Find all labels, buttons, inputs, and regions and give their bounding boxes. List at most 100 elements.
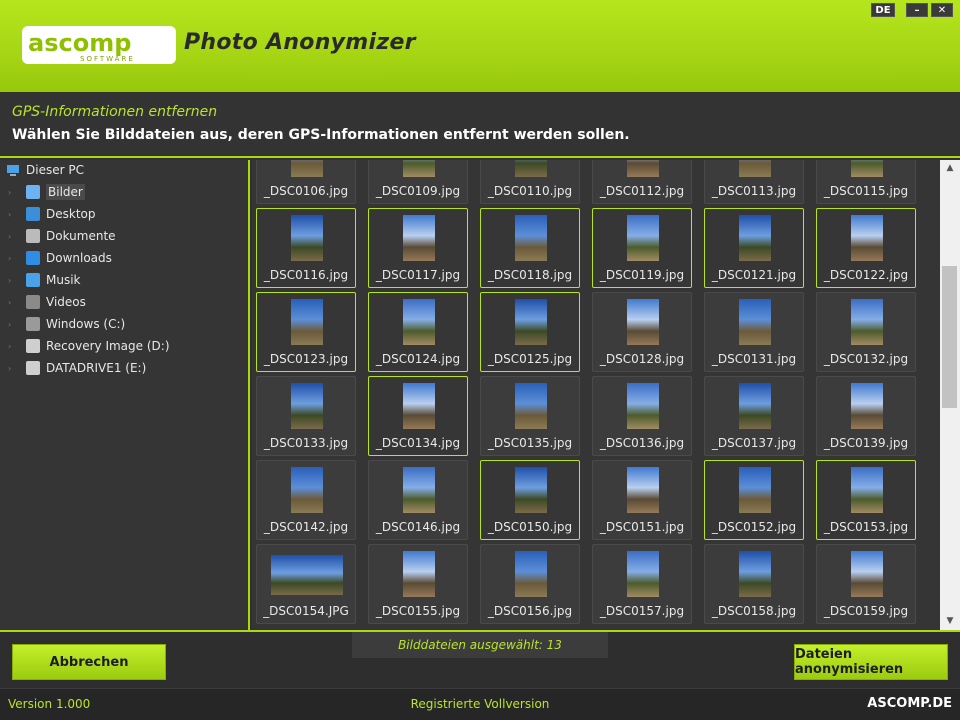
expand-arrow-icon[interactable]: › xyxy=(8,232,18,241)
file-tile[interactable]: _DSC0139.jpg xyxy=(816,376,916,456)
file-tile[interactable]: _DSC0136.jpg xyxy=(592,376,692,456)
file-name: _DSC0151.jpg xyxy=(599,520,685,534)
brand-label[interactable]: ASCOMP.DE xyxy=(867,696,952,711)
tree-item[interactable]: › DATADRIVE1 (E:) xyxy=(8,358,146,378)
tree-item[interactable]: › Windows (C:) xyxy=(8,314,125,334)
file-name: _DSC0106.jpg xyxy=(263,184,349,198)
tree-item[interactable]: › Bilder xyxy=(8,182,85,202)
tree-item[interactable]: › Musik xyxy=(8,270,81,290)
cancel-button[interactable]: Abbrechen xyxy=(12,644,166,680)
file-tile[interactable]: _DSC0115.jpg xyxy=(816,160,916,204)
videos-icon xyxy=(26,295,40,309)
file-name: _DSC0134.jpg xyxy=(375,436,461,450)
tree-item[interactable]: › Recovery Image (D:) xyxy=(8,336,170,356)
expand-arrow-icon[interactable]: › xyxy=(8,364,18,373)
photo-thumbnail xyxy=(851,551,883,597)
file-tile[interactable]: _DSC0128.jpg xyxy=(592,292,692,372)
file-tile[interactable]: _DSC0135.jpg xyxy=(480,376,580,456)
file-tile[interactable]: _DSC0121.jpg xyxy=(704,208,804,288)
close-button[interactable]: ✕ xyxy=(931,3,953,17)
file-tile[interactable]: _DSC0146.jpg xyxy=(368,460,468,540)
file-tile[interactable]: _DSC0106.jpg xyxy=(256,160,356,204)
file-tile[interactable]: _DSC0154.JPG xyxy=(256,544,356,624)
file-name: _DSC0131.jpg xyxy=(711,352,797,366)
file-tile[interactable]: _DSC0134.jpg xyxy=(368,376,468,456)
instruction-heading: GPS-Informationen entfernen xyxy=(12,104,218,120)
photo-thumbnail xyxy=(627,467,659,513)
tree-root[interactable]: Dieser PC xyxy=(6,160,84,180)
photo-thumbnail xyxy=(739,467,771,513)
instruction-panel: GPS-Informationen entfernen Wählen Sie B… xyxy=(0,92,960,158)
file-tile[interactable]: _DSC0152.jpg xyxy=(704,460,804,540)
file-tile[interactable]: _DSC0157.jpg xyxy=(592,544,692,624)
grid-scrollbar[interactable]: ▲ ▼ xyxy=(940,160,960,630)
file-name: _DSC0142.jpg xyxy=(263,520,349,534)
file-tile[interactable]: _DSC0150.jpg xyxy=(480,460,580,540)
app-title: Photo Anonymizer xyxy=(184,30,416,55)
tree-root-label: Dieser PC xyxy=(26,163,84,177)
file-tile[interactable]: _DSC0153.jpg xyxy=(816,460,916,540)
file-tile[interactable]: _DSC0159.jpg xyxy=(816,544,916,624)
photo-thumbnail xyxy=(291,467,323,513)
file-tile[interactable]: _DSC0119.jpg xyxy=(592,208,692,288)
file-tile[interactable]: _DSC0133.jpg xyxy=(256,376,356,456)
scroll-up-button[interactable]: ▲ xyxy=(940,160,960,177)
file-tile[interactable]: _DSC0151.jpg xyxy=(592,460,692,540)
file-tile[interactable]: _DSC0142.jpg xyxy=(256,460,356,540)
file-tile[interactable]: _DSC0112.jpg xyxy=(592,160,692,204)
file-name: _DSC0124.jpg xyxy=(375,352,461,366)
tree-item-label: Bilder xyxy=(46,184,85,200)
file-name: _DSC0136.jpg xyxy=(599,436,685,450)
photo-thumbnail xyxy=(627,383,659,429)
tree-item[interactable]: › Dokumente xyxy=(8,226,116,246)
scroll-down-button[interactable]: ▼ xyxy=(940,613,960,630)
tree-item[interactable]: › Videos xyxy=(8,292,86,312)
file-tile[interactable]: _DSC0132.jpg xyxy=(816,292,916,372)
file-tile[interactable]: _DSC0125.jpg xyxy=(480,292,580,372)
file-tile[interactable]: _DSC0110.jpg xyxy=(480,160,580,204)
file-tile[interactable]: _DSC0113.jpg xyxy=(704,160,804,204)
photo-thumbnail xyxy=(851,383,883,429)
photo-thumbnail xyxy=(627,551,659,597)
minimize-button[interactable]: – xyxy=(906,3,928,17)
file-tile[interactable]: _DSC0122.jpg xyxy=(816,208,916,288)
expand-arrow-icon[interactable]: › xyxy=(8,188,18,197)
file-tile[interactable]: _DSC0124.jpg xyxy=(368,292,468,372)
file-name: _DSC0128.jpg xyxy=(599,352,685,366)
anonymize-files-button[interactable]: Dateien anonymisieren xyxy=(794,644,948,680)
tree-item-label: DATADRIVE1 (E:) xyxy=(46,361,147,375)
file-name: _DSC0112.jpg xyxy=(599,184,685,198)
file-tile[interactable]: _DSC0155.jpg xyxy=(368,544,468,624)
file-name: _DSC0156.jpg xyxy=(487,604,573,618)
file-name: _DSC0119.jpg xyxy=(599,268,685,282)
expand-arrow-icon[interactable]: › xyxy=(8,320,18,329)
file-tile[interactable]: _DSC0117.jpg xyxy=(368,208,468,288)
file-tile[interactable]: _DSC0131.jpg xyxy=(704,292,804,372)
file-tile[interactable]: _DSC0137.jpg xyxy=(704,376,804,456)
expand-arrow-icon[interactable]: › xyxy=(8,298,18,307)
file-tile[interactable]: _DSC0109.jpg xyxy=(368,160,468,204)
file-tile[interactable]: _DSC0118.jpg xyxy=(480,208,580,288)
photo-thumbnail xyxy=(515,383,547,429)
expand-arrow-icon[interactable]: › xyxy=(8,254,18,263)
file-name: _DSC0121.jpg xyxy=(711,268,797,282)
footer: Bilddateien ausgewählt: 13 Abbrechen Dat… xyxy=(0,630,960,688)
file-tile[interactable]: _DSC0158.jpg xyxy=(704,544,804,624)
file-tile[interactable]: _DSC0116.jpg xyxy=(256,208,356,288)
file-name: _DSC0109.jpg xyxy=(375,184,461,198)
tree-item[interactable]: › Desktop xyxy=(8,204,96,224)
expand-arrow-icon[interactable]: › xyxy=(8,342,18,351)
file-tile[interactable]: _DSC0156.jpg xyxy=(480,544,580,624)
photo-thumbnail xyxy=(739,215,771,261)
file-name: _DSC0137.jpg xyxy=(711,436,797,450)
photo-thumbnail xyxy=(851,215,883,261)
file-name: _DSC0157.jpg xyxy=(599,604,685,618)
tree-item[interactable]: › Downloads xyxy=(8,248,112,268)
scroll-thumb[interactable] xyxy=(942,266,957,408)
expand-arrow-icon[interactable]: › xyxy=(8,276,18,285)
file-name: _DSC0123.jpg xyxy=(263,352,349,366)
photo-thumbnail xyxy=(403,299,435,345)
file-tile[interactable]: _DSC0123.jpg xyxy=(256,292,356,372)
expand-arrow-icon[interactable]: › xyxy=(8,210,18,219)
language-button[interactable]: DE xyxy=(871,3,895,17)
